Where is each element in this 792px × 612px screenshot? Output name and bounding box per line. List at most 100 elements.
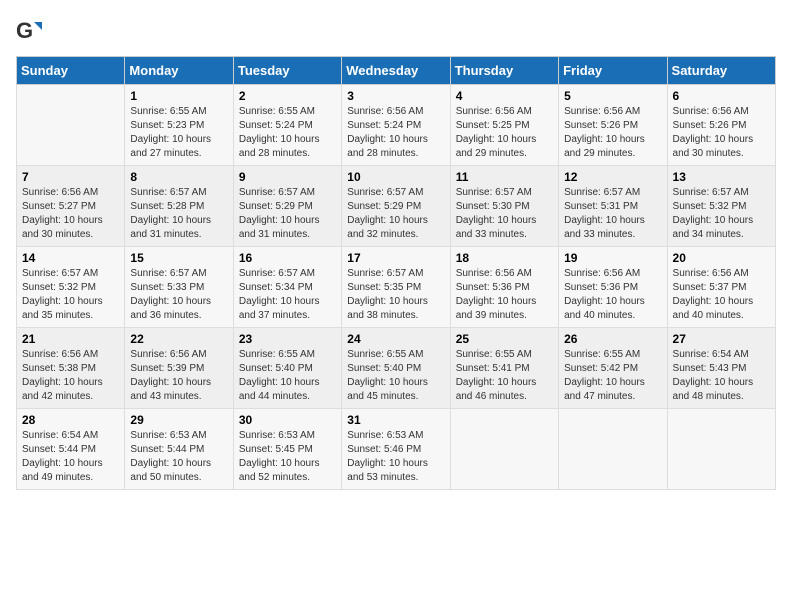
day-number: 16 [239,251,336,265]
day-info: Sunrise: 6:56 AMSunset: 5:26 PMDaylight:… [564,105,661,161]
day-info: Sunrise: 6:57 AMSunset: 5:29 PMDaylight:… [239,186,336,242]
day-info: Sunrise: 6:56 AMSunset: 5:36 PMDaylight:… [456,267,553,323]
day-number: 31 [347,413,444,427]
day-number: 12 [564,170,661,184]
day-number: 13 [673,170,770,184]
page-header: G [16,16,776,44]
day-number: 21 [22,332,119,346]
week-row-5: 28 Sunrise: 6:54 AMSunset: 5:44 PMDaylig… [17,409,776,490]
day-number: 7 [22,170,119,184]
day-info: Sunrise: 6:53 AMSunset: 5:46 PMDaylight:… [347,429,444,485]
day-number: 9 [239,170,336,184]
day-info: Sunrise: 6:57 AMSunset: 5:31 PMDaylight:… [564,186,661,242]
calendar-cell: 30 Sunrise: 6:53 AMSunset: 5:45 PMDaylig… [233,409,341,490]
day-header-tuesday: Tuesday [233,57,341,85]
calendar-cell: 15 Sunrise: 6:57 AMSunset: 5:33 PMDaylig… [125,247,233,328]
calendar-cell [17,85,125,166]
calendar-cell: 12 Sunrise: 6:57 AMSunset: 5:31 PMDaylig… [559,166,667,247]
day-header-saturday: Saturday [667,57,775,85]
calendar-cell: 27 Sunrise: 6:54 AMSunset: 5:43 PMDaylig… [667,328,775,409]
day-number: 2 [239,89,336,103]
day-number: 23 [239,332,336,346]
calendar-cell: 8 Sunrise: 6:57 AMSunset: 5:28 PMDayligh… [125,166,233,247]
day-info: Sunrise: 6:55 AMSunset: 5:40 PMDaylight:… [347,348,444,404]
calendar-cell [559,409,667,490]
day-info: Sunrise: 6:55 AMSunset: 5:41 PMDaylight:… [456,348,553,404]
week-row-2: 7 Sunrise: 6:56 AMSunset: 5:27 PMDayligh… [17,166,776,247]
calendar-cell [450,409,558,490]
day-number: 17 [347,251,444,265]
calendar-cell: 26 Sunrise: 6:55 AMSunset: 5:42 PMDaylig… [559,328,667,409]
day-info: Sunrise: 6:57 AMSunset: 5:33 PMDaylight:… [130,267,227,323]
day-header-wednesday: Wednesday [342,57,450,85]
day-number: 24 [347,332,444,346]
day-info: Sunrise: 6:55 AMSunset: 5:42 PMDaylight:… [564,348,661,404]
day-number: 19 [564,251,661,265]
calendar-cell: 20 Sunrise: 6:56 AMSunset: 5:37 PMDaylig… [667,247,775,328]
day-number: 30 [239,413,336,427]
day-number: 1 [130,89,227,103]
calendar-cell: 2 Sunrise: 6:55 AMSunset: 5:24 PMDayligh… [233,85,341,166]
day-info: Sunrise: 6:55 AMSunset: 5:40 PMDaylight:… [239,348,336,404]
calendar-cell: 22 Sunrise: 6:56 AMSunset: 5:39 PMDaylig… [125,328,233,409]
day-header-monday: Monday [125,57,233,85]
day-info: Sunrise: 6:55 AMSunset: 5:24 PMDaylight:… [239,105,336,161]
day-number: 4 [456,89,553,103]
day-info: Sunrise: 6:56 AMSunset: 5:26 PMDaylight:… [673,105,770,161]
day-info: Sunrise: 6:56 AMSunset: 5:27 PMDaylight:… [22,186,119,242]
calendar-cell: 24 Sunrise: 6:55 AMSunset: 5:40 PMDaylig… [342,328,450,409]
day-info: Sunrise: 6:57 AMSunset: 5:32 PMDaylight:… [673,186,770,242]
calendar-cell: 7 Sunrise: 6:56 AMSunset: 5:27 PMDayligh… [17,166,125,247]
day-number: 10 [347,170,444,184]
calendar-cell: 16 Sunrise: 6:57 AMSunset: 5:34 PMDaylig… [233,247,341,328]
day-header-sunday: Sunday [17,57,125,85]
calendar-cell: 1 Sunrise: 6:55 AMSunset: 5:23 PMDayligh… [125,85,233,166]
calendar-cell: 10 Sunrise: 6:57 AMSunset: 5:29 PMDaylig… [342,166,450,247]
day-number: 26 [564,332,661,346]
day-info: Sunrise: 6:57 AMSunset: 5:28 PMDaylight:… [130,186,227,242]
calendar-cell: 21 Sunrise: 6:56 AMSunset: 5:38 PMDaylig… [17,328,125,409]
day-number: 5 [564,89,661,103]
day-info: Sunrise: 6:56 AMSunset: 5:39 PMDaylight:… [130,348,227,404]
calendar-cell: 31 Sunrise: 6:53 AMSunset: 5:46 PMDaylig… [342,409,450,490]
calendar-cell: 14 Sunrise: 6:57 AMSunset: 5:32 PMDaylig… [17,247,125,328]
day-info: Sunrise: 6:53 AMSunset: 5:44 PMDaylight:… [130,429,227,485]
calendar-cell: 25 Sunrise: 6:55 AMSunset: 5:41 PMDaylig… [450,328,558,409]
day-info: Sunrise: 6:57 AMSunset: 5:32 PMDaylight:… [22,267,119,323]
day-number: 11 [456,170,553,184]
week-row-1: 1 Sunrise: 6:55 AMSunset: 5:23 PMDayligh… [17,85,776,166]
day-header-thursday: Thursday [450,57,558,85]
day-info: Sunrise: 6:53 AMSunset: 5:45 PMDaylight:… [239,429,336,485]
day-info: Sunrise: 6:57 AMSunset: 5:35 PMDaylight:… [347,267,444,323]
svg-text:G: G [16,18,33,43]
day-info: Sunrise: 6:56 AMSunset: 5:38 PMDaylight:… [22,348,119,404]
calendar-cell: 23 Sunrise: 6:55 AMSunset: 5:40 PMDaylig… [233,328,341,409]
day-info: Sunrise: 6:57 AMSunset: 5:29 PMDaylight:… [347,186,444,242]
calendar-cell: 19 Sunrise: 6:56 AMSunset: 5:36 PMDaylig… [559,247,667,328]
calendar-cell: 5 Sunrise: 6:56 AMSunset: 5:26 PMDayligh… [559,85,667,166]
week-row-3: 14 Sunrise: 6:57 AMSunset: 5:32 PMDaylig… [17,247,776,328]
day-number: 25 [456,332,553,346]
logo-icon: G [16,16,44,44]
calendar-cell: 11 Sunrise: 6:57 AMSunset: 5:30 PMDaylig… [450,166,558,247]
calendar-cell: 28 Sunrise: 6:54 AMSunset: 5:44 PMDaylig… [17,409,125,490]
day-number: 29 [130,413,227,427]
day-number: 8 [130,170,227,184]
calendar-cell: 4 Sunrise: 6:56 AMSunset: 5:25 PMDayligh… [450,85,558,166]
day-info: Sunrise: 6:55 AMSunset: 5:23 PMDaylight:… [130,105,227,161]
calendar-cell: 9 Sunrise: 6:57 AMSunset: 5:29 PMDayligh… [233,166,341,247]
day-number: 28 [22,413,119,427]
day-info: Sunrise: 6:56 AMSunset: 5:37 PMDaylight:… [673,267,770,323]
day-number: 20 [673,251,770,265]
day-number: 6 [673,89,770,103]
day-number: 15 [130,251,227,265]
logo: G [16,16,48,44]
calendar-cell: 18 Sunrise: 6:56 AMSunset: 5:36 PMDaylig… [450,247,558,328]
calendar-cell: 13 Sunrise: 6:57 AMSunset: 5:32 PMDaylig… [667,166,775,247]
calendar-cell: 6 Sunrise: 6:56 AMSunset: 5:26 PMDayligh… [667,85,775,166]
header-row: SundayMondayTuesdayWednesdayThursdayFrid… [17,57,776,85]
day-info: Sunrise: 6:57 AMSunset: 5:30 PMDaylight:… [456,186,553,242]
day-info: Sunrise: 6:56 AMSunset: 5:36 PMDaylight:… [564,267,661,323]
calendar-cell: 17 Sunrise: 6:57 AMSunset: 5:35 PMDaylig… [342,247,450,328]
day-number: 14 [22,251,119,265]
